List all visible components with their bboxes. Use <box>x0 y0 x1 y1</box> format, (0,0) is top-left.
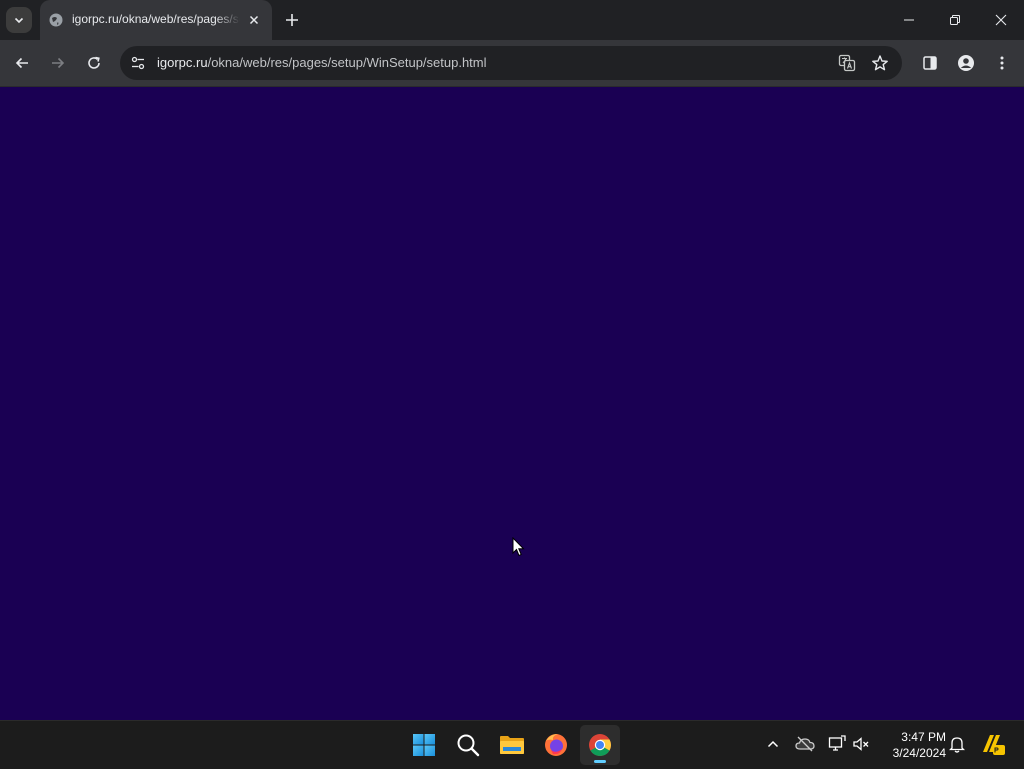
search-button[interactable] <box>448 725 488 765</box>
network-button[interactable] <box>826 733 848 755</box>
minimize-icon <box>904 19 914 21</box>
norton-button[interactable] <box>980 731 1006 757</box>
forward-button[interactable] <box>46 51 70 75</box>
url-text[interactable]: igorpc.ru/okna/web/res/pages/setup/WinSe… <box>157 55 487 70</box>
network-icon <box>828 735 846 751</box>
tab-strip: igorpc.ru/okna/web/res/pages/setup/WinSe… <box>0 0 1024 40</box>
globe-icon <box>49 13 63 27</box>
mouse-cursor-icon <box>512 537 525 557</box>
side-panel-button[interactable] <box>918 51 942 75</box>
kebab-menu-icon <box>1000 56 1004 70</box>
browser-toolbar: igorpc.ru/okna/web/res/pages/setup/WinSe… <box>0 40 1024 87</box>
back-button[interactable] <box>10 51 34 75</box>
file-explorer-icon <box>500 736 524 754</box>
restore-icon <box>950 15 960 25</box>
close-icon[interactable] <box>246 12 262 28</box>
tab-search-button[interactable] <box>6 7 32 33</box>
minimize-button[interactable] <box>886 0 932 40</box>
chevron-up-icon <box>767 740 779 748</box>
norton-icon <box>983 735 1005 755</box>
tune-icon[interactable] <box>130 55 146 71</box>
chrome-icon <box>589 734 611 756</box>
tab-title: igorpc.ru/okna/web/res/pages/setup/WinSe… <box>72 12 240 26</box>
notification-button[interactable] <box>946 733 968 755</box>
clock-date: 3/24/2024 <box>892 746 946 760</box>
onedrive-offline-icon <box>795 736 815 752</box>
clock[interactable]: 3:47 PM 3/24/2024 <box>876 729 946 761</box>
page-content[interactable] <box>0 87 1024 720</box>
onedrive-button[interactable] <box>794 733 816 755</box>
active-indicator <box>594 760 606 763</box>
menu-button[interactable] <box>990 51 1014 75</box>
star-icon[interactable] <box>871 54 889 72</box>
clock-time: 3:47 PM <box>901 730 946 744</box>
firefox-button[interactable] <box>536 725 576 765</box>
plus-icon[interactable] <box>282 10 302 30</box>
chrome-button[interactable] <box>580 725 620 765</box>
reload-button[interactable] <box>82 51 106 75</box>
profile-icon <box>958 55 974 71</box>
address-bar[interactable]: igorpc.ru/okna/web/res/pages/setup/WinSe… <box>120 46 902 80</box>
side-panel-icon <box>923 56 937 70</box>
profile-button[interactable] <box>954 51 978 75</box>
notification-icon <box>949 737 965 753</box>
search-icon <box>457 734 480 757</box>
reload-icon <box>88 56 100 69</box>
volume-muted-icon <box>853 737 869 751</box>
chevron-down-icon <box>14 17 24 24</box>
show-hidden-icons-button[interactable] <box>762 733 784 755</box>
tab-active[interactable]: igorpc.ru/okna/web/res/pages/setup/WinSe… <box>40 0 272 40</box>
close-window-button[interactable] <box>978 0 1024 40</box>
firefox-icon <box>545 734 567 756</box>
start-icon <box>413 734 435 756</box>
restore-button[interactable] <box>932 0 978 40</box>
taskbar: 3:47 PM 3/24/2024 <box>0 720 1024 769</box>
volume-button[interactable] <box>850 733 872 755</box>
start-button[interactable] <box>404 725 444 765</box>
file-explorer-button[interactable] <box>492 725 532 765</box>
url-host: igorpc.ru <box>157 55 208 70</box>
url-path: /okna/web/res/pages/setup/WinSetup/setup… <box>207 55 487 70</box>
arrow-right-icon <box>52 57 65 69</box>
translate-icon[interactable] <box>838 54 856 72</box>
close-window-icon <box>995 14 1007 26</box>
arrow-left-icon <box>15 57 28 69</box>
